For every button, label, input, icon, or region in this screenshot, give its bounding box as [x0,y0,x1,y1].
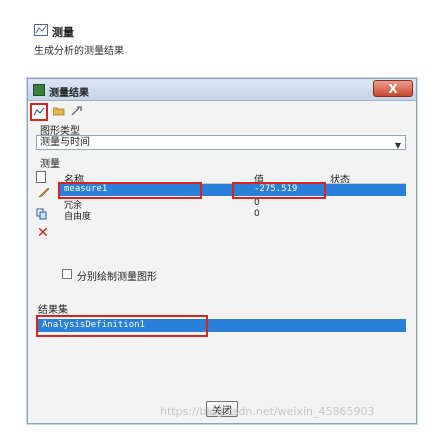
measure-section-label: 测量 [40,159,60,170]
row-value: 0 [254,209,260,219]
watermark: https://blog.csdn.net/weixin_45865903 [160,405,375,418]
copy-icon[interactable] [36,208,48,220]
chevron-down-icon: ▼ [394,141,401,150]
measure-results-dialog: 测量结果 X 图形类型 测量与时间 ▼ 测量 名称 值 状态 measure1 … [27,78,417,424]
row-name[interactable]: 自由度 [64,209,91,222]
delete-icon[interactable]: ✕ [37,225,49,241]
separate-plots-label: 分别绘制测量图形 [77,272,157,283]
annotation-highlight-box [36,315,208,337]
dialog-app-icon [33,84,45,96]
graph-tool-button[interactable] [30,103,48,121]
pick-icon[interactable] [70,106,82,116]
row-value: 0 [254,198,260,208]
annotation-highlight-box [58,182,202,199]
edit-pencil-icon[interactable] [38,186,50,198]
annotation-highlight-box [232,182,326,199]
window-close-button[interactable]: X [373,80,413,97]
results-set-label: 结果集 [38,305,68,316]
separate-plots-checkbox[interactable] [62,269,72,279]
graph-type-select[interactable]: 测量与时间 ▼ [36,135,406,150]
caption-description: 生成分析的测量结果 [34,46,124,57]
dialog-titlebar[interactable]: 测量结果 X [28,79,416,101]
caption-title: 测量 [52,26,74,39]
dialog-title: 测量结果 [49,88,89,99]
open-folder-icon[interactable] [52,106,65,116]
new-measure-icon[interactable] [36,171,46,183]
line-graph-icon [33,107,45,116]
graph-type-value: 测量与时间 [40,137,90,148]
measure-graph-icon [34,24,48,36]
